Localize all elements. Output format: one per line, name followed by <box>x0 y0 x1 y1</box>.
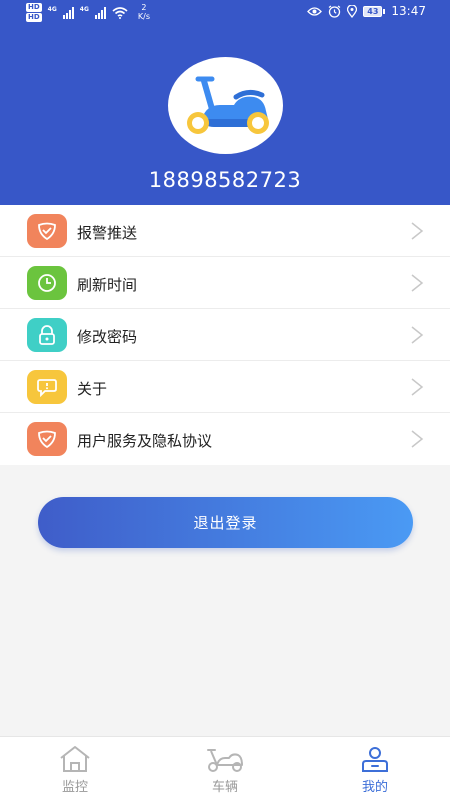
network-speed: 2 K/s <box>137 3 150 21</box>
chevron-right-icon <box>411 430 424 448</box>
settings-menu: 报警推送 刷新时间 修改密码 关于 用户服务及隐私协议 <box>0 205 450 465</box>
scooter-icon <box>207 749 243 772</box>
tab-label: 监控 <box>61 780 88 795</box>
logout-button[interactable]: 退出登录 <box>38 497 413 548</box>
battery-icon: 43 <box>363 5 386 17</box>
chevron-right-icon <box>411 378 424 396</box>
shield-check-icon <box>27 214 67 248</box>
menu-item-label: 关于 <box>77 380 108 398</box>
avatar[interactable] <box>168 57 283 154</box>
menu-item-about[interactable]: 关于 <box>0 361 450 413</box>
menu-item-label: 报警推送 <box>77 224 138 242</box>
scooter-icon <box>187 76 269 134</box>
tab-mine[interactable]: 我的 <box>300 737 450 800</box>
tab-label: 车辆 <box>211 780 238 795</box>
chevron-right-icon <box>411 274 424 292</box>
menu-item-alarm-push[interactable]: 报警推送 <box>0 205 450 257</box>
network-type: 4G <box>79 6 89 13</box>
lock-icon <box>27 318 67 352</box>
menu-item-change-password[interactable]: 修改密码 <box>0 309 450 361</box>
menu-item-label: 用户服务及隐私协议 <box>77 432 213 450</box>
location-icon <box>347 4 358 18</box>
profile-header: HD HD 4G 4G 2 K/s 43 13:47 18898582723 <box>0 0 450 205</box>
hd-badge: HD <box>26 3 42 12</box>
shield-check-icon <box>27 422 67 456</box>
chevron-right-icon <box>411 326 424 344</box>
clock-icon <box>27 266 67 300</box>
tab-vehicle[interactable]: 车辆 <box>150 737 300 800</box>
wifi-icon <box>112 7 128 19</box>
tab-monitor[interactable]: 监控 <box>0 737 150 800</box>
tab-label: 我的 <box>361 780 388 795</box>
menu-item-refresh-time[interactable]: 刷新时间 <box>0 257 450 309</box>
info-bubble-icon <box>27 370 67 404</box>
user-icon <box>362 747 388 772</box>
status-bar: HD HD 4G 4G 2 K/s 43 13:47 <box>0 0 450 26</box>
home-icon <box>60 746 90 772</box>
signal-icon <box>62 7 74 19</box>
signal-icon <box>94 7 106 19</box>
alarm-icon <box>328 5 341 18</box>
phone-number: 18898582723 <box>148 168 302 192</box>
eye-icon <box>307 6 323 16</box>
chevron-right-icon <box>411 222 424 240</box>
bottom-tab-bar: 监控 车辆 我的 <box>0 736 450 800</box>
network-type: 4G <box>47 6 57 13</box>
hd-badge: HD <box>26 13 42 22</box>
menu-item-label: 刷新时间 <box>77 276 138 294</box>
menu-item-privacy-agreement[interactable]: 用户服务及隐私协议 <box>0 413 450 465</box>
menu-item-label: 修改密码 <box>77 328 138 346</box>
clock-time: 13:47 <box>391 4 426 18</box>
